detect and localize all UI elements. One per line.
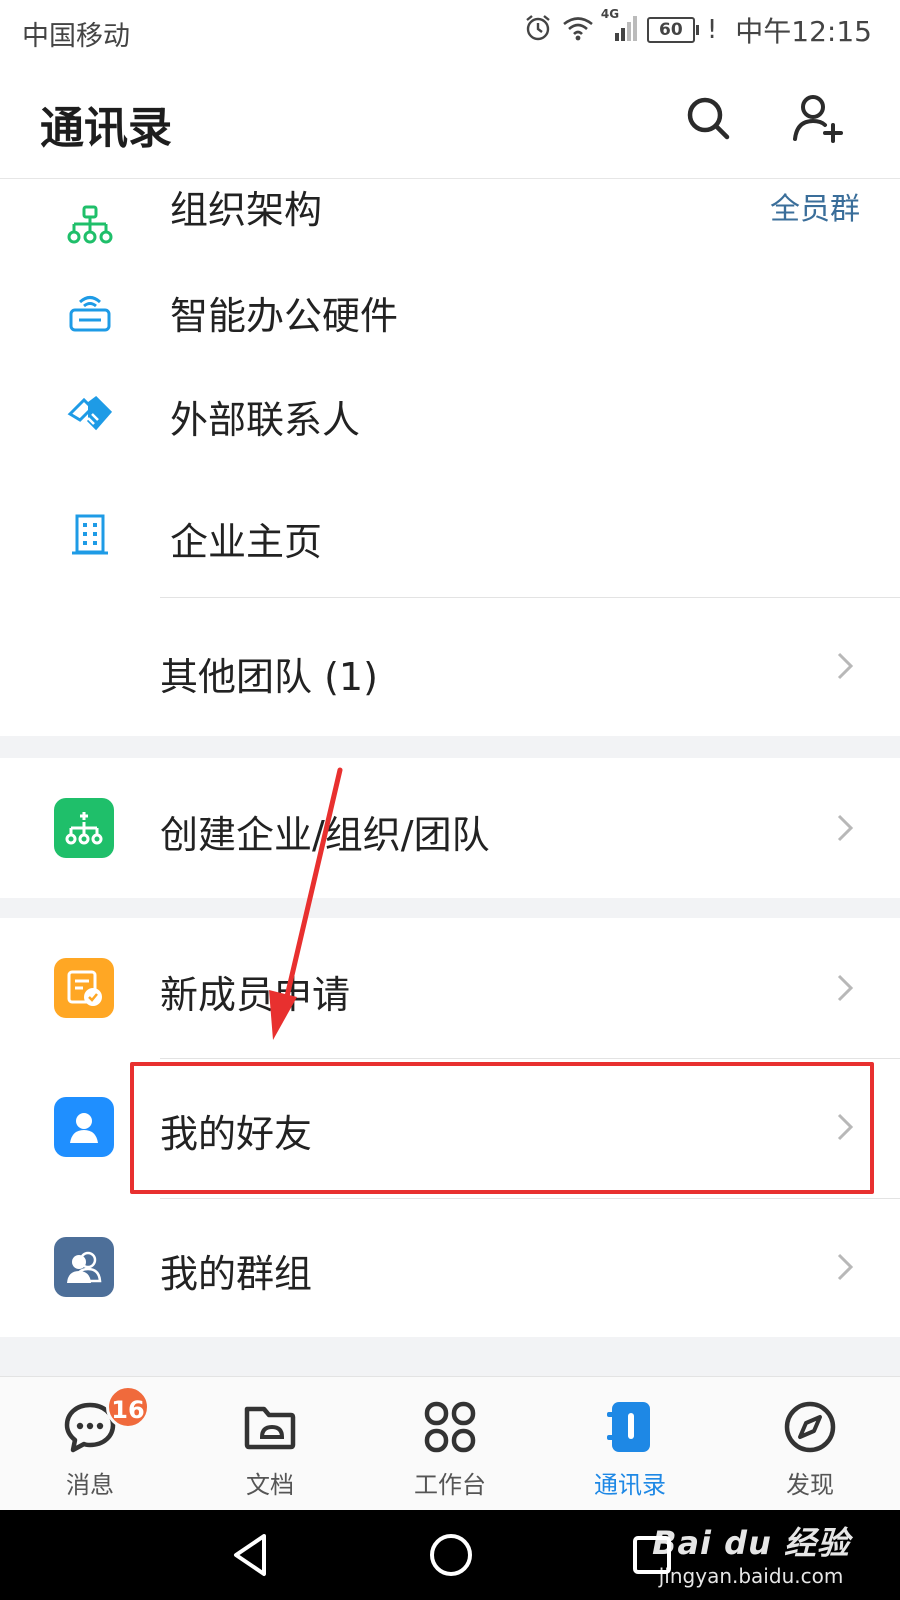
battery-indicator: 60 [646, 17, 699, 43]
building-icon [66, 511, 114, 559]
list-item-label: 新成员申请 [160, 973, 351, 1017]
list-item-label: 我的群组 [160, 1252, 313, 1296]
list-item-label: 外部联系人 [170, 398, 361, 442]
unread-badge: 16 [106, 1385, 150, 1429]
list-item-smart-hardware[interactable]: 智能办公硬件 [0, 279, 900, 389]
list-item-label: 其他团队 (1) [160, 655, 378, 699]
tab-discover[interactable]: 发现 [720, 1377, 900, 1511]
list-item-external-contacts[interactable]: 外部联系人 [0, 389, 900, 499]
search-icon [683, 93, 733, 147]
tab-workbench[interactable]: 工作台 [360, 1377, 540, 1511]
list-item-my-groups[interactable]: 我的群组 [0, 1199, 900, 1337]
add-contact-button[interactable] [788, 90, 848, 150]
tab-label: 消息 [66, 1471, 114, 1499]
list-item-org-chart[interactable]: 组织架构 全员群 [0, 179, 900, 279]
new-member-icon [54, 958, 114, 1018]
chevron-right-icon [836, 813, 854, 843]
signal-icon: 4G [601, 7, 639, 47]
alarm-icon [523, 13, 553, 47]
list-item-create-org[interactable]: 创建企业/组织/团队 [0, 758, 900, 898]
bottom-navigation: 16 消息 文档 工作台 通讯录 发现 [0, 1376, 900, 1511]
tab-label: 发现 [786, 1471, 834, 1499]
section-gap [0, 1337, 900, 1376]
chevron-right-icon [836, 1252, 854, 1282]
page-title: 通讯录 [40, 103, 172, 154]
status-icons: 4G 60 ! 中午12:15 [523, 7, 872, 48]
groups-icon [54, 1237, 114, 1297]
tab-messages[interactable]: 16 消息 [0, 1377, 180, 1511]
tab-contacts[interactable]: 通讯录 [540, 1377, 720, 1511]
list-item-new-member-requests[interactable]: 新成员申请 [0, 918, 900, 1058]
org-chart-icon [66, 201, 114, 249]
highlight-box [130, 1062, 874, 1194]
list-item-label: 创建企业/组织/团队 [160, 813, 490, 857]
status-bar: 中国移动 4G 60 ! 中午12:15 [0, 0, 900, 62]
search-button[interactable] [678, 90, 738, 150]
smart-hardware-icon [66, 289, 114, 337]
home-icon[interactable] [428, 1532, 474, 1582]
system-navigation-bar: Bai du 经验 jingyan.baidu.com [0, 1510, 900, 1600]
list-item-label: 企业主页 [170, 520, 323, 564]
handshake-icon [66, 391, 114, 439]
list-item-other-teams[interactable]: 其他团队 (1) [0, 598, 900, 736]
network-type: 4G [600, 7, 620, 21]
app-header: 通讯录 [0, 62, 900, 179]
watermark: Bai du 经验 jingyan.baidu.com [652, 1518, 850, 1588]
tab-documents[interactable]: 文档 [180, 1377, 360, 1511]
watermark-logo: Bai du 经验 [652, 1524, 850, 1562]
section-gap [0, 736, 900, 758]
battery-warning: ! [706, 15, 718, 45]
carrier-label: 中国移动 [22, 21, 130, 52]
back-icon[interactable] [230, 1532, 270, 1582]
friends-icon [54, 1097, 114, 1157]
create-org-icon [54, 798, 114, 858]
wifi-icon [561, 13, 595, 47]
list-item-label: 智能办公硬件 [170, 294, 399, 338]
chevron-right-icon [836, 651, 854, 681]
tab-label: 工作台 [414, 1471, 486, 1499]
contacts-icon [598, 1395, 662, 1459]
tab-label: 通讯录 [594, 1471, 666, 1499]
list-item-company-homepage[interactable]: 企业主页 [0, 499, 900, 597]
watermark-url: jingyan.baidu.com [658, 1564, 844, 1588]
compass-icon [778, 1395, 842, 1459]
add-contact-icon [791, 91, 845, 149]
section-gap [0, 898, 900, 918]
chevron-right-icon [836, 973, 854, 1003]
folder-icon [238, 1395, 302, 1459]
clock: 中午12:15 [735, 15, 872, 48]
all-staff-group-link[interactable]: 全员群 [770, 184, 860, 228]
workbench-icon [418, 1395, 482, 1459]
tab-label: 文档 [246, 1471, 294, 1499]
list-item-label: 组织架构 [170, 188, 323, 232]
